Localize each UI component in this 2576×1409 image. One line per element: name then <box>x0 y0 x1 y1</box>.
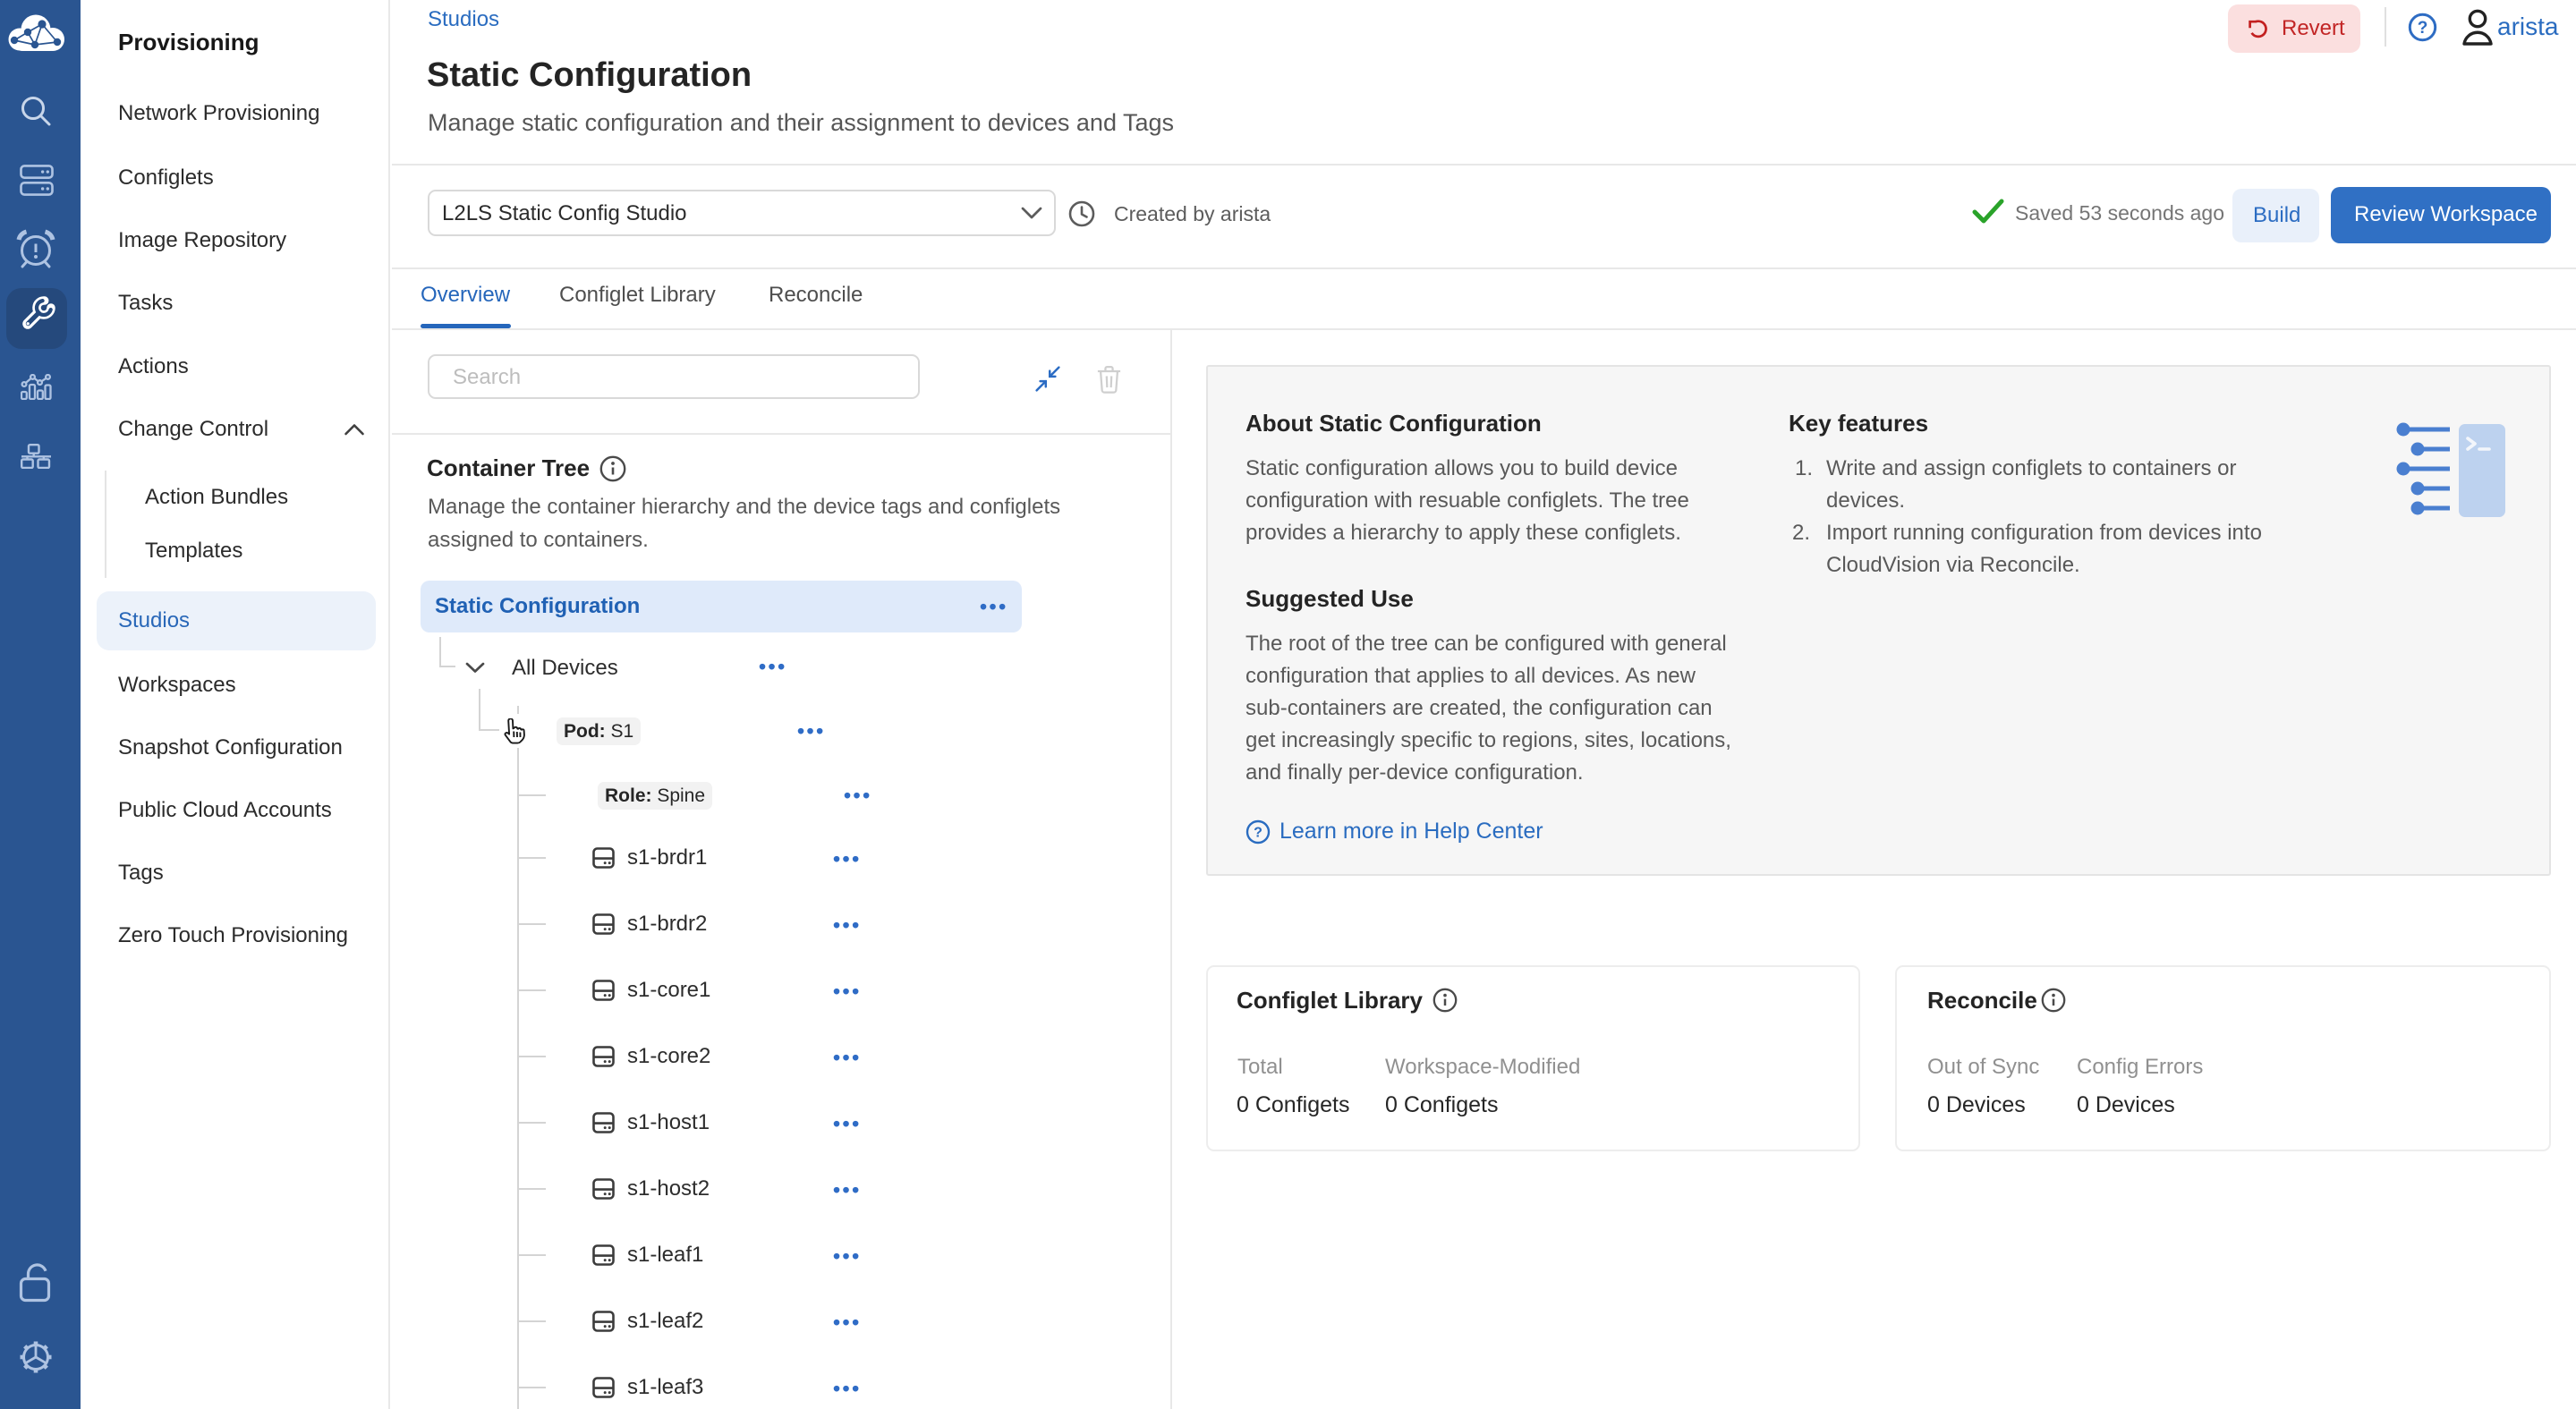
svg-text:?: ? <box>2418 19 2428 38</box>
svg-text:?: ? <box>1254 826 1262 841</box>
